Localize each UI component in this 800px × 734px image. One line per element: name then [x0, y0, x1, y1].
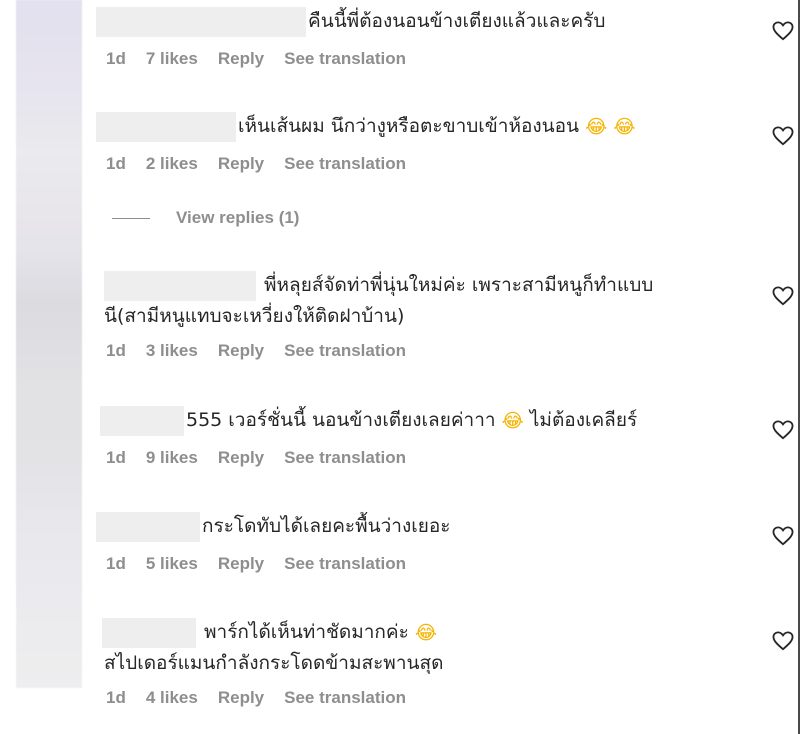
see-translation-button[interactable]: See translation	[284, 448, 406, 468]
comment-likes[interactable]: 7 likes	[146, 49, 198, 69]
comment-likes[interactable]: 4 likes	[146, 688, 198, 708]
heart-icon[interactable]	[772, 21, 794, 41]
comment-text-line: นี(สามีหนูแทบจะเหวี่ยงให้ติดฝาบ้าน)	[96, 301, 782, 331]
comment-time: 1d	[106, 48, 126, 68]
comment-item: 555 เวอร์ชั่นนี้ นอนข้างเตียงเลยค่าาา 😂 …	[96, 405, 782, 468]
comment-likes[interactable]: 2 likes	[146, 154, 198, 174]
view-replies-button[interactable]: View replies (1)	[112, 208, 299, 228]
comment-meta: 1d 3 likes Reply See translation	[96, 341, 782, 361]
reply-button[interactable]: Reply	[218, 448, 264, 468]
comment-text: นี(สามีหนูแทบจะเหวี่ยงให้ติดฝาบ้าน)	[104, 304, 405, 327]
comment-item: พาร์กได้เห็นท่าชัดมากค่ะ 😂 สไปเดอร์แมนกำ…	[96, 617, 782, 708]
comment-meta: 1d 9 likes Reply See translation	[96, 448, 782, 468]
see-translation-button[interactable]: See translation	[284, 49, 406, 69]
comment-text-line: 555 เวอร์ชั่นนี้ นอนข้างเตียงเลยค่าาา 😂 …	[96, 405, 782, 436]
comment-item: กระโดทับได้เลยคะพื้นว่างเยอะ 1d 5 likes …	[96, 511, 782, 574]
heart-icon[interactable]	[772, 420, 794, 440]
see-translation-button[interactable]: See translation	[284, 554, 406, 574]
comment-text-line: คืนนี้พี่ต้องนอนข้างเตียงแล้วและครับ	[96, 6, 782, 37]
heart-icon[interactable]	[772, 526, 794, 546]
view-replies-label: View replies (1)	[176, 208, 300, 227]
comment-time: 1d	[106, 553, 126, 573]
comment-item: พี่หลุยส์จัดท่าพี่นุ่นใหม่ค่ะ เพราะสามีห…	[96, 270, 782, 361]
comment-item: คืนนี้พี่ต้องนอนข้างเตียงแล้วและครับ 1d …	[96, 6, 782, 69]
laughing-emoji-icon: 😂	[613, 115, 636, 138]
comment-meta: 1d 4 likes Reply See translation	[96, 688, 782, 708]
heart-icon[interactable]	[772, 286, 794, 306]
comments-panel: คืนนี้พี่ต้องนอนข้างเตียงแล้วและครับ 1d …	[0, 0, 800, 734]
comment-likes[interactable]: 3 likes	[146, 341, 198, 361]
replies-divider-line	[112, 217, 150, 219]
comment-meta: 1d 2 likes Reply See translation	[96, 154, 782, 174]
comment-text: เห็นเส้นผม นึกว่างูหรือตะขาบเข้าห้องนอน	[238, 115, 580, 137]
redacted-username	[96, 511, 200, 542]
comment-text: สไปเดอร์แมนกำลังกระโดดข้ามสะพานสุด	[104, 651, 444, 674]
laughing-emoji-icon: 😂	[501, 409, 524, 432]
reply-button[interactable]: Reply	[218, 688, 264, 708]
comment-likes[interactable]: 5 likes	[146, 554, 198, 574]
reply-button[interactable]: Reply	[218, 554, 264, 574]
see-translation-button[interactable]: See translation	[284, 688, 406, 708]
comment-text-line: เห็นเส้นผม นึกว่างูหรือตะขาบเข้าห้องนอน …	[96, 111, 782, 142]
laughing-emoji-icon: 😂	[585, 115, 608, 138]
comment-likes[interactable]: 9 likes	[146, 448, 198, 468]
comment-item: เห็นเส้นผม นึกว่างูหรือตะขาบเข้าห้องนอน …	[96, 111, 782, 174]
reply-button[interactable]: Reply	[218, 341, 264, 361]
comment-text-line: กระโดทับได้เลยคะพื้นว่างเยอะ	[96, 511, 782, 542]
comment-text-line: พี่หลุยส์จัดท่าพี่นุ่นใหม่ค่ะ เพราะสามีห…	[96, 270, 782, 301]
comment-text: กระโดทับได้เลยคะพื้นว่างเยอะ	[202, 515, 451, 537]
comment-text: พาร์กได้เห็นท่าชัดมากค่ะ	[204, 621, 409, 643]
redacted-username	[102, 617, 196, 648]
redacted-username	[100, 405, 184, 436]
heart-icon[interactable]	[772, 631, 794, 651]
comment-time: 1d	[106, 447, 126, 467]
comment-text: ไม่ต้องเคลียร์	[529, 409, 638, 431]
comment-text: 555 เวอร์ชั่นนี้ นอนข้างเตียงเลยค่าาา	[186, 409, 496, 431]
blurred-avatar-column	[16, 0, 82, 688]
comment-time: 1d	[106, 687, 126, 707]
comment-meta: 1d 7 likes Reply See translation	[96, 49, 782, 69]
comment-text-line: พาร์กได้เห็นท่าชัดมากค่ะ 😂	[96, 617, 782, 648]
comment-text: คืนนี้พี่ต้องนอนข้างเตียงแล้วและครับ	[308, 10, 606, 32]
comment-text-line: สไปเดอร์แมนกำลังกระโดดข้ามสะพานสุด	[96, 648, 782, 678]
laughing-emoji-icon: 😂	[414, 621, 438, 644]
redacted-username	[104, 270, 256, 301]
comment-text: พี่หลุยส์จัดท่าพี่นุ่นใหม่ค่ะ เพราะสามีห…	[264, 274, 654, 296]
redacted-username	[96, 111, 236, 142]
comment-meta: 1d 5 likes Reply See translation	[96, 554, 782, 574]
comment-time: 1d	[106, 153, 126, 173]
redacted-username	[96, 6, 306, 37]
reply-button[interactable]: Reply	[218, 154, 264, 174]
see-translation-button[interactable]: See translation	[284, 341, 406, 361]
see-translation-button[interactable]: See translation	[284, 154, 406, 174]
reply-button[interactable]: Reply	[218, 49, 264, 69]
heart-icon[interactable]	[772, 126, 794, 146]
comment-time: 1d	[106, 340, 126, 360]
